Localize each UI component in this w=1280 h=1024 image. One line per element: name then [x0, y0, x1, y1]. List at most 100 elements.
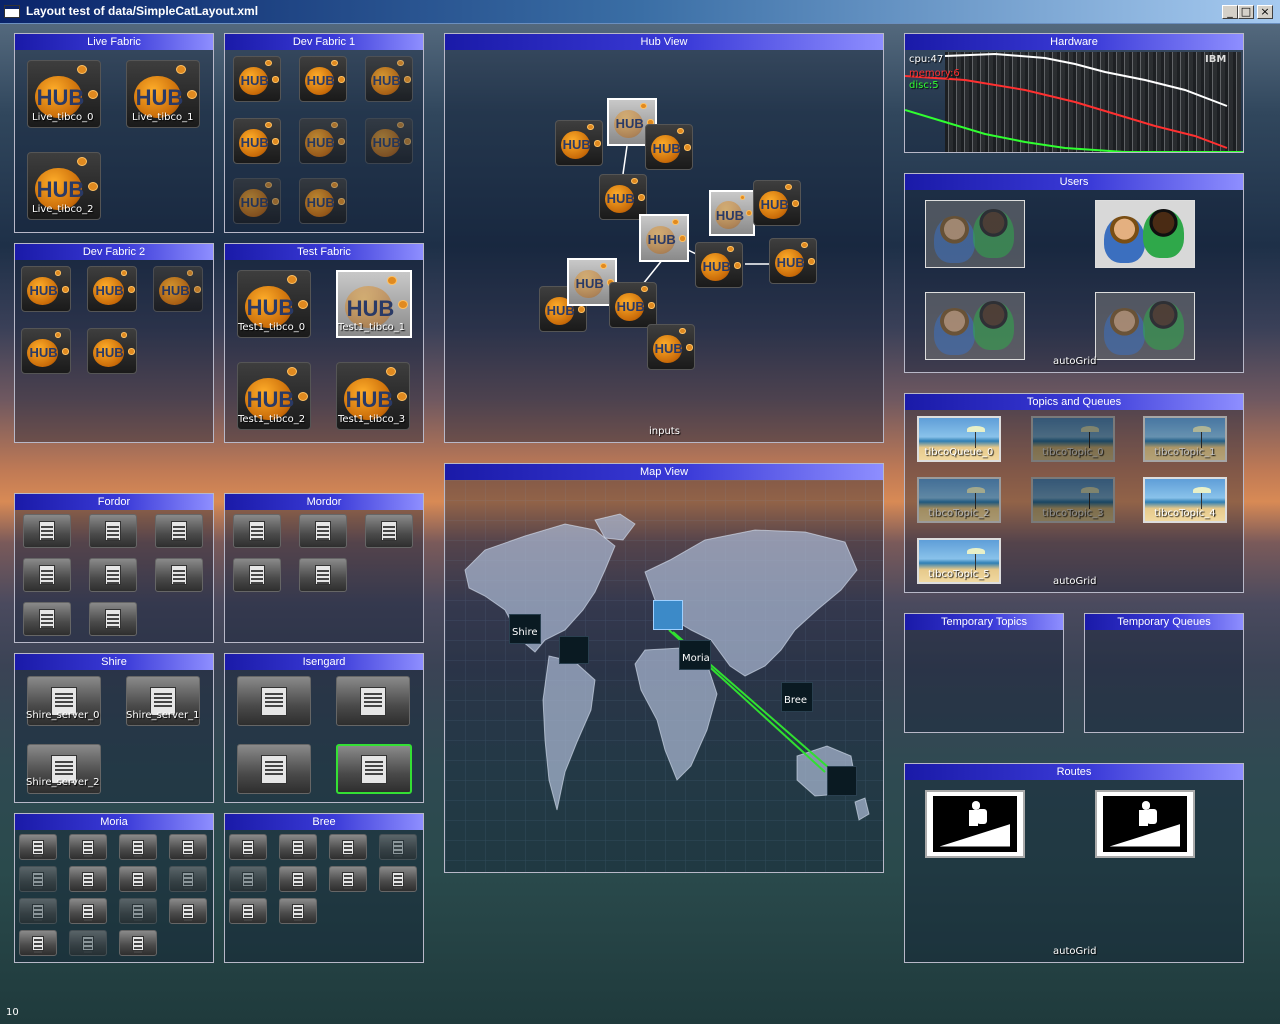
panel-topics-queues[interactable]: Topics and Queues tibcoQueue_0 tibcoTopi… — [904, 393, 1244, 593]
server-icon[interactable] — [169, 834, 207, 860]
title-bar[interactable]: Layout test of data/SimpleCatLayout.xml … — [0, 0, 1280, 24]
panel-hub-view[interactable]: Hub View HUB HUB HUB HUB HUB HUB HUB HUB… — [444, 33, 884, 443]
panel-users[interactable]: Users autoGrid — [904, 173, 1244, 373]
server-icon[interactable] — [169, 898, 207, 924]
server-icon[interactable] — [229, 898, 267, 924]
map-node-selected[interactable] — [653, 600, 683, 630]
server-icon[interactable] — [69, 866, 107, 892]
hub-icon[interactable]: HUB — [555, 120, 603, 166]
server-icon[interactable] — [229, 834, 267, 860]
map-node-shire[interactable]: Shire — [509, 614, 541, 644]
panel-moria[interactable]: Moria — [14, 813, 214, 963]
hub-icon[interactable]: HUB — [233, 118, 281, 164]
panel-isengard[interactable]: Isengard — [224, 653, 424, 803]
server-icon[interactable] — [233, 514, 281, 548]
hub-icon[interactable]: HUB — [299, 56, 347, 102]
server-icon[interactable] — [365, 514, 413, 548]
server-icon[interactable] — [155, 514, 203, 548]
server-icon[interactable] — [23, 514, 71, 548]
panel-temporary-queues[interactable]: Temporary Queues — [1084, 613, 1244, 733]
users-icon[interactable] — [925, 292, 1025, 360]
map-node[interactable] — [827, 766, 857, 796]
map-node-moria[interactable]: Moria — [679, 640, 711, 670]
hub-icon[interactable]: HUB — [153, 266, 203, 312]
beach-icon[interactable]: tibcoQueue_0 — [917, 416, 1001, 462]
panel-dev-fabric-1[interactable]: Dev Fabric 1 HUB HUB HUB HUB HUB HUB HUB… — [224, 33, 424, 233]
server-icon[interactable] — [169, 866, 207, 892]
beach-icon[interactable]: tibcoTopic_4 — [1143, 477, 1227, 523]
server-icon[interactable] — [69, 898, 107, 924]
map-node[interactable] — [559, 636, 589, 664]
server-icon[interactable] — [379, 834, 417, 860]
hub-icon[interactable]: HUB — [233, 178, 281, 224]
server-icon[interactable] — [69, 930, 107, 956]
hub-icon[interactable]: HUB — [233, 56, 281, 102]
beach-icon[interactable]: tibcoTopic_5 — [917, 538, 1001, 584]
beach-icon[interactable]: tibcoTopic_2 — [917, 477, 1001, 523]
server-icon[interactable] — [19, 930, 57, 956]
server-icon[interactable] — [119, 834, 157, 860]
beach-icon[interactable]: tibcoTopic_3 — [1031, 477, 1115, 523]
panel-mordor[interactable]: Mordor — [224, 493, 424, 643]
server-icon[interactable] — [279, 834, 317, 860]
panel-live-fabric[interactable]: Live Fabric HUB Live_tibco_0 HUB Live_ti… — [14, 33, 214, 233]
server-icon[interactable] — [89, 558, 137, 592]
hub-icon[interactable]: HUB — [299, 178, 347, 224]
panel-temporary-topics[interactable]: Temporary Topics — [904, 613, 1064, 733]
hub-icon[interactable]: HUB — [299, 118, 347, 164]
server-icon[interactable] — [155, 558, 203, 592]
server-icon[interactable] — [379, 866, 417, 892]
server-icon[interactable] — [336, 676, 410, 726]
server-icon[interactable] — [23, 558, 71, 592]
server-icon[interactable] — [299, 514, 347, 548]
hiker-icon[interactable] — [1095, 790, 1195, 858]
server-icon[interactable] — [329, 866, 367, 892]
hub-icon[interactable]: HUB — [647, 324, 695, 370]
server-icon[interactable] — [237, 744, 311, 794]
panel-hardware[interactable]: Hardware IBM cpu:47 memory:6 disc:5 — [904, 33, 1244, 153]
users-icon[interactable] — [925, 200, 1025, 268]
hub-icon[interactable]: HUB — [87, 328, 137, 374]
server-icon[interactable] — [19, 898, 57, 924]
panel-shire[interactable]: Shire Shire_server_0 Shire_server_1 Shir… — [14, 653, 214, 803]
server-icon[interactable] — [89, 602, 137, 636]
panel-test-fabric[interactable]: Test Fabric HUB Test1_tibco_0 HUB Test1_… — [224, 243, 424, 443]
server-icon[interactable] — [23, 602, 71, 636]
server-icon[interactable] — [279, 898, 317, 924]
hub-icon[interactable]: HUB — [21, 328, 71, 374]
hub-icon[interactable]: HUB — [645, 124, 693, 170]
server-icon[interactable] — [237, 676, 311, 726]
users-icon[interactable] — [1095, 292, 1195, 360]
server-icon[interactable] — [299, 558, 347, 592]
hub-icon[interactable]: HUB — [769, 238, 817, 284]
panel-fordor[interactable]: Fordor — [14, 493, 214, 643]
hub-icon[interactable]: HUB — [87, 266, 137, 312]
hiker-icon[interactable] — [925, 790, 1025, 858]
hub-icon[interactable]: HUB — [753, 180, 801, 226]
server-icon[interactable] — [19, 834, 57, 860]
server-icon[interactable] — [119, 898, 157, 924]
panel-map-view[interactable]: Map View Shire Moria Bree — [444, 463, 884, 873]
server-icon[interactable] — [329, 834, 367, 860]
server-icon[interactable] — [19, 866, 57, 892]
server-icon[interactable] — [119, 930, 157, 956]
beach-icon[interactable]: tibcoTopic_0 — [1031, 416, 1115, 462]
hub-icon-selected[interactable]: HUB — [709, 190, 755, 236]
close-button[interactable]: × — [1257, 5, 1273, 19]
beach-icon[interactable]: tibcoTopic_1 — [1143, 416, 1227, 462]
panel-routes[interactable]: Routes autoGrid — [904, 763, 1244, 963]
server-icon[interactable] — [69, 834, 107, 860]
hub-icon[interactable]: HUB — [365, 118, 413, 164]
server-icon[interactable] — [119, 866, 157, 892]
panel-dev-fabric-2[interactable]: Dev Fabric 2 HUB HUB HUB HUB HUB — [14, 243, 214, 443]
minimize-button[interactable]: _ — [1222, 5, 1238, 19]
server-icon-selected[interactable] — [336, 744, 412, 794]
server-icon[interactable] — [89, 514, 137, 548]
hub-icon[interactable]: HUB — [21, 266, 71, 312]
server-icon[interactable] — [229, 866, 267, 892]
hub-icon[interactable]: HUB — [365, 56, 413, 102]
panel-bree[interactable]: Bree — [224, 813, 424, 963]
hub-icon-selected[interactable]: HUB — [639, 214, 689, 262]
hub-icon[interactable]: HUB — [695, 242, 743, 288]
map-node-bree[interactable]: Bree — [781, 682, 813, 712]
